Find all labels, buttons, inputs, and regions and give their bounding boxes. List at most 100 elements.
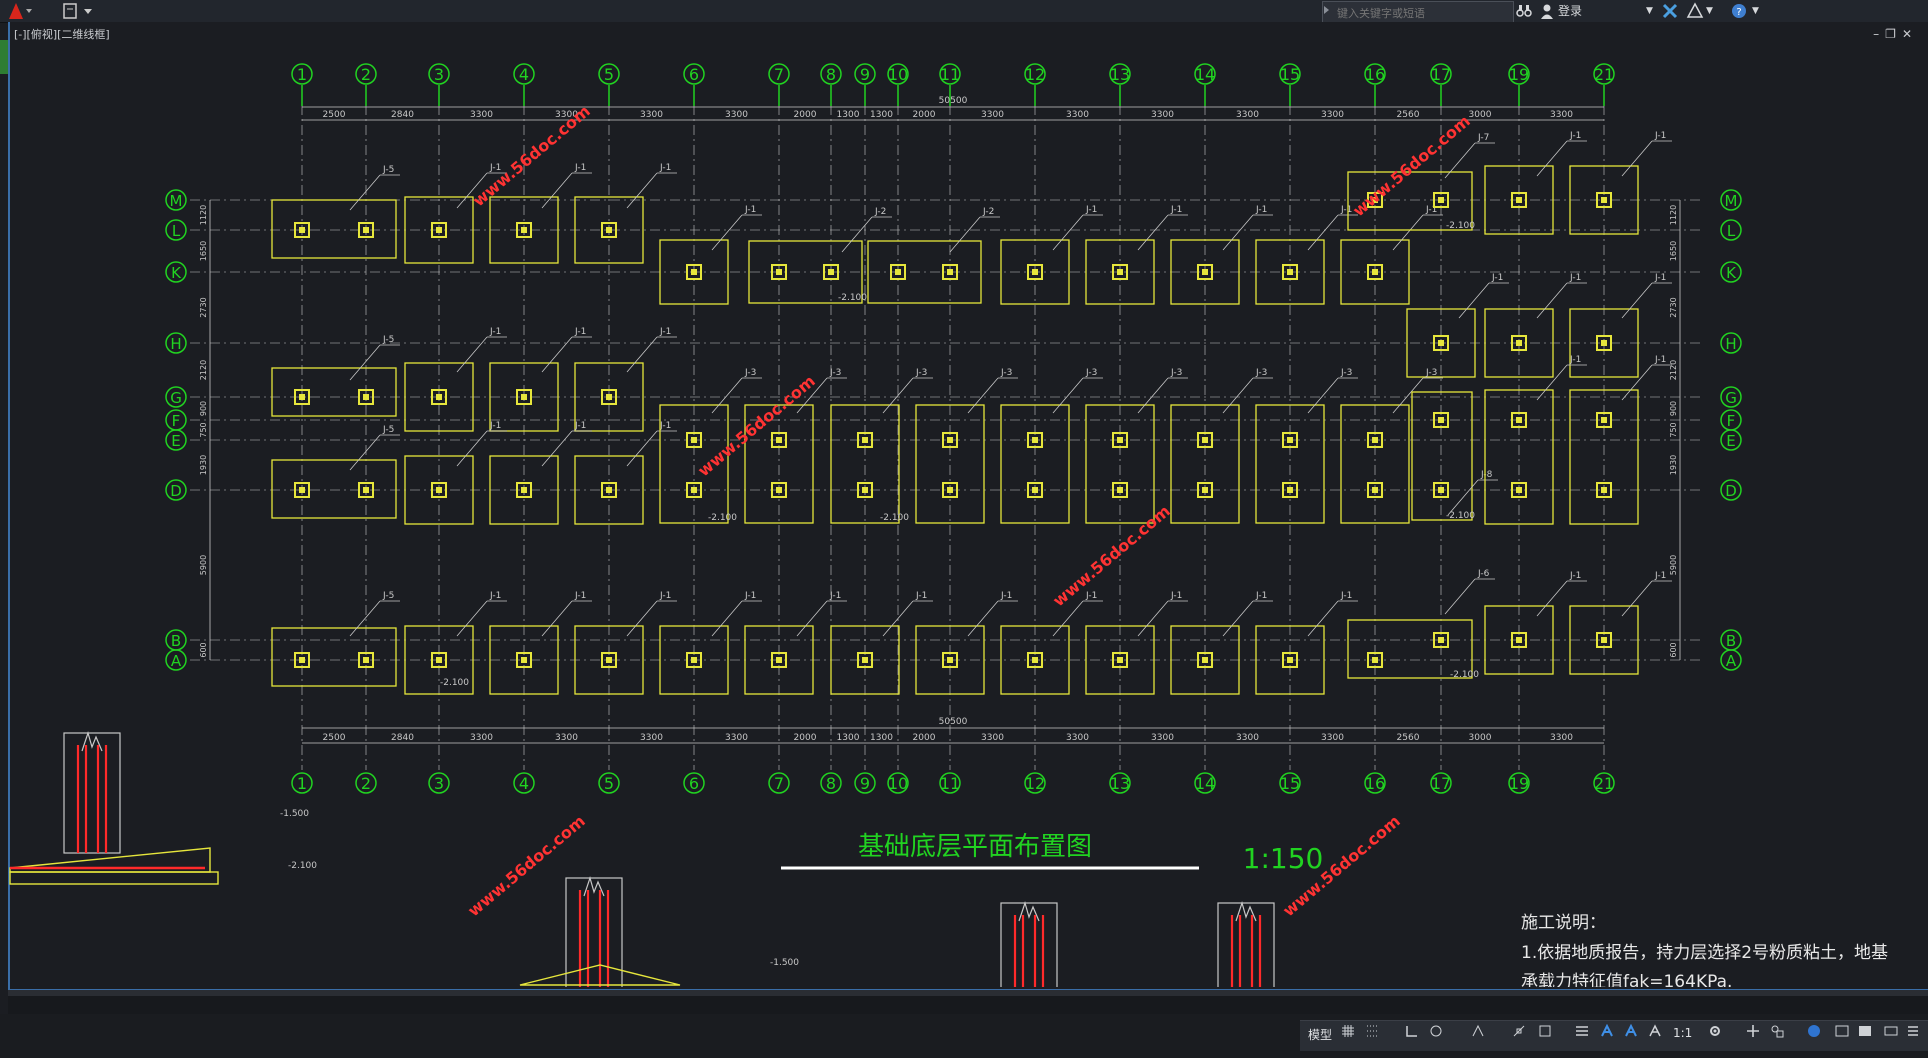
tag-leader [1392,377,1424,414]
ortho-mode-icon[interactable] [1405,1024,1419,1038]
drawing-scale: 1:150 [1243,842,1324,875]
dimension-text: 2500 [323,110,346,120]
dimension-text: 2840 [391,110,414,120]
column-core [1372,269,1378,275]
clean-screen-icon[interactable] [1858,1024,1872,1038]
polar-tracking-icon[interactable] [1429,1024,1443,1038]
axis-number: 10 [888,774,908,793]
column-core [1601,637,1607,643]
footing-tag: J-5 [382,425,394,435]
axis-number: 21 [1594,65,1614,84]
dimension-text: 3300 [1151,733,1174,743]
hardware-acceleration-icon[interactable] [1835,1024,1849,1038]
plus-icon[interactable] [1746,1024,1760,1038]
footing-tag: J-5 [382,165,394,175]
dimension-text: 3300 [1066,110,1089,120]
column-core [1438,340,1444,346]
axis-number: 1 [297,774,307,793]
annotation-scale-icon[interactable] [1648,1024,1662,1038]
dimension-text: 2000 [913,733,936,743]
footing-tag: J-3 [1425,368,1437,378]
footing-tag: J-1 [1654,571,1666,581]
dimension-text: 50500 [939,96,968,106]
footing-tag: J-1 [489,421,501,431]
footing-tag: J-1 [574,591,586,601]
object-snap-icon[interactable] [1512,1024,1526,1038]
footing-outlines: J-5 J-1 J-1 J-1 J-1 J-2 J-2 J-1 J-1 J-1 J-1 J-1 J-7 J… [271,131,1672,695]
footing-tag: J-3 [744,368,756,378]
tag-leader [541,336,573,373]
dimension-text: 3300 [1321,110,1344,120]
column-core [1516,417,1522,423]
footing-tag: J-1 [1569,273,1581,283]
axis-number: 2 [361,774,371,793]
object-tracking-icon[interactable] [1538,1024,1552,1038]
lineweight-icon[interactable] [1575,1024,1589,1038]
customization-menu-icon[interactable] [1906,1024,1920,1038]
dimension-text: 1120 [1669,205,1678,225]
column-core [436,657,442,663]
dimension-text: 3300 [981,733,1004,743]
footing-tag: J-1 [574,327,586,337]
tag-leader [349,174,381,211]
units-icon[interactable] [1770,1024,1784,1038]
dimension-text: 3300 [470,110,493,120]
horizontal-scrollbar[interactable] [8,989,1928,996]
footing-tag: J-1 [1569,355,1581,365]
dimension-text: 2560 [1397,110,1420,120]
dimension-text: 750 [199,422,208,437]
column-core [1287,269,1293,275]
isolate-objects-icon[interactable] [1807,1024,1821,1038]
axis-letter: D [1725,482,1737,500]
isometric-icon[interactable] [1471,1024,1485,1038]
axis-number: 19 [1509,774,1529,793]
dimension-text: 900 [1669,401,1678,416]
tag-leader [456,600,488,637]
footing-outline [1411,391,1473,521]
elevation-note: -2.100 [880,513,909,523]
axis-letter: H [1725,335,1736,353]
axis-number: 5 [604,65,614,84]
dimension-text: 1650 [1669,241,1678,261]
column-core [1287,437,1293,443]
column-section [63,732,121,854]
tag-leader [1392,214,1424,251]
dimension-text: 1650 [199,241,208,261]
column-core [1372,437,1378,443]
column-core [606,657,612,663]
column-core [1117,487,1123,493]
column-core [947,437,953,443]
tag-leader [541,430,573,467]
snap-mode-icon[interactable] [1365,1024,1379,1038]
fullscreen-icon[interactable] [1884,1024,1898,1038]
axis-number: 7 [774,65,784,84]
column-core [436,394,442,400]
column-core [776,437,782,443]
axis-number: 4 [519,774,529,793]
dimension-text: 3300 [1550,110,1573,120]
model-space-button[interactable]: 模型 [1308,1026,1332,1043]
axis-number: 12 [1025,65,1045,84]
dimension-text: 3300 [1236,110,1259,120]
tag-leader [626,336,658,373]
dimension-text: 2120 [1669,360,1678,380]
column-core [776,487,782,493]
dimension-text: 3300 [640,733,663,743]
dimension-text: 5900 [199,555,208,575]
grid-display-icon[interactable] [1341,1024,1355,1038]
tag-leader [711,600,743,637]
axis-number: 2 [361,65,371,84]
auto-scale-icon[interactable] [1624,1024,1638,1038]
watermark-text: www.56doc.com [464,811,589,920]
command-line[interactable] [8,996,1928,1014]
column-core [1438,417,1444,423]
footing-tag: J-3 [1000,368,1012,378]
tag-leader [1536,140,1568,177]
footing-tag: J-3 [829,368,841,378]
annotation-scale-value[interactable]: 1:1 [1673,1026,1692,1040]
workspace-gear-icon[interactable] [1708,1024,1722,1038]
axis-number: 11 [940,65,960,84]
annotation-visibility-icon[interactable] [1600,1024,1614,1038]
drawing-title: 基础底层平面布置图 [858,832,1092,862]
status-tray [1300,1020,1928,1051]
